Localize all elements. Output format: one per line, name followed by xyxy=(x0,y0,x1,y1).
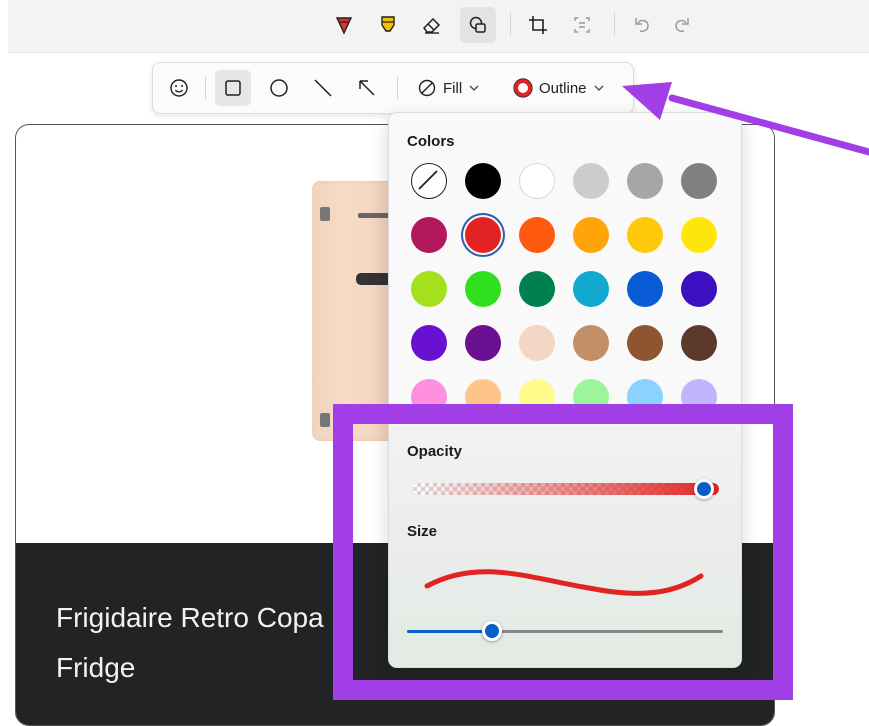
caption-text: Frigidaire Retro Copa Fridge xyxy=(56,593,386,693)
color-swatch[interactable] xyxy=(411,325,447,361)
caption-line-1: Frigidaire Retro Co xyxy=(56,602,293,633)
chevron-down-icon xyxy=(594,85,603,91)
color-swatch[interactable] xyxy=(411,271,447,307)
color-swatch[interactable] xyxy=(681,325,717,361)
color-swatch[interactable] xyxy=(627,325,663,361)
no-color-swatch[interactable] xyxy=(411,163,447,199)
color-swatch[interactable] xyxy=(411,379,447,415)
fridge-handle xyxy=(356,273,392,285)
color-swatch[interactable] xyxy=(681,271,717,307)
color-swatch[interactable] xyxy=(627,271,663,307)
color-swatch[interactable] xyxy=(573,325,609,361)
outline-dropdown[interactable]: Outline xyxy=(513,72,605,104)
color-swatch[interactable] xyxy=(573,271,609,307)
fridge-logo xyxy=(358,213,392,218)
color-swatch[interactable] xyxy=(573,379,609,415)
color-swatch[interactable] xyxy=(519,271,555,307)
line-shape-button[interactable] xyxy=(305,70,341,106)
color-swatch[interactable] xyxy=(519,217,555,253)
color-swatch[interactable] xyxy=(627,379,663,415)
shapes-tool-button[interactable] xyxy=(460,7,496,43)
opacity-slider[interactable] xyxy=(413,483,719,495)
color-swatch[interactable] xyxy=(465,325,501,361)
text-actions-icon xyxy=(574,17,590,33)
color-swatch[interactable] xyxy=(519,163,555,199)
fridge-hinge xyxy=(320,413,330,427)
highlighter-tool-button[interactable] xyxy=(370,7,406,43)
emoji-icon xyxy=(170,79,188,97)
caption-fragment: pa xyxy=(292,602,324,633)
top-toolbar xyxy=(8,0,869,53)
colors-heading: Colors xyxy=(407,133,455,150)
color-swatch[interactable] xyxy=(681,217,717,253)
opacity-heading: Opacity xyxy=(407,443,463,460)
size-heading: Size xyxy=(407,523,438,540)
outline-label: Outline xyxy=(539,79,587,97)
opacity-slider-thumb[interactable] xyxy=(693,479,714,499)
pen-tool-button[interactable] xyxy=(326,7,362,43)
color-swatch[interactable] xyxy=(573,163,609,199)
circle-icon xyxy=(270,79,288,97)
color-swatch[interactable] xyxy=(681,163,717,199)
no-color-icon xyxy=(418,170,439,191)
chevron-down-icon xyxy=(469,85,479,91)
color-swatch[interactable] xyxy=(627,163,663,199)
eraser-icon xyxy=(423,17,441,34)
color-swatch[interactable] xyxy=(519,379,555,415)
pen-icon xyxy=(335,17,353,35)
color-swatch[interactable] xyxy=(573,217,609,253)
undo-button[interactable] xyxy=(624,7,660,43)
color-swatch[interactable] xyxy=(465,217,501,253)
arrow-icon xyxy=(359,80,375,96)
highlighter-icon xyxy=(381,16,395,32)
outline-color-flyout: Colors Opacity Size xyxy=(388,112,742,668)
toolbar-separator xyxy=(510,12,511,36)
shapes-icon xyxy=(469,16,486,33)
text-actions-button[interactable] xyxy=(564,7,600,43)
crop-icon xyxy=(529,16,547,34)
color-swatch[interactable] xyxy=(627,217,663,253)
redo-button[interactable] xyxy=(664,7,700,43)
no-fill-icon xyxy=(418,79,436,97)
crop-tool-button[interactable] xyxy=(520,7,556,43)
toolbar-separator xyxy=(205,76,206,100)
fill-label: Fill xyxy=(443,79,463,97)
color-swatch[interactable] xyxy=(465,271,501,307)
shape-toolbar: Fill Outline xyxy=(152,62,634,114)
line-icon xyxy=(314,79,332,97)
rectangle-shape-button[interactable] xyxy=(215,70,251,106)
arrow-shape-button[interactable] xyxy=(349,70,385,106)
color-swatch[interactable] xyxy=(465,379,501,415)
color-swatch[interactable] xyxy=(681,379,717,415)
stroke-size-preview xyxy=(424,569,704,596)
circle-shape-button[interactable] xyxy=(261,70,297,106)
size-slider-fill xyxy=(407,630,493,633)
eraser-tool-button[interactable] xyxy=(414,7,450,43)
fridge-hinge xyxy=(320,207,330,221)
color-swatch[interactable] xyxy=(465,163,501,199)
outline-color-icon xyxy=(513,78,533,98)
color-swatch[interactable] xyxy=(411,217,447,253)
rectangle-icon xyxy=(225,80,241,96)
emoji-button[interactable] xyxy=(161,70,197,106)
color-swatch[interactable] xyxy=(519,325,555,361)
fill-dropdown[interactable]: Fill xyxy=(417,72,480,104)
toolbar-separator xyxy=(614,12,615,36)
toolbar-separator xyxy=(397,76,398,100)
redo-icon xyxy=(675,18,689,32)
caption-line-2: Fridge xyxy=(56,652,136,683)
undo-icon xyxy=(635,18,649,32)
